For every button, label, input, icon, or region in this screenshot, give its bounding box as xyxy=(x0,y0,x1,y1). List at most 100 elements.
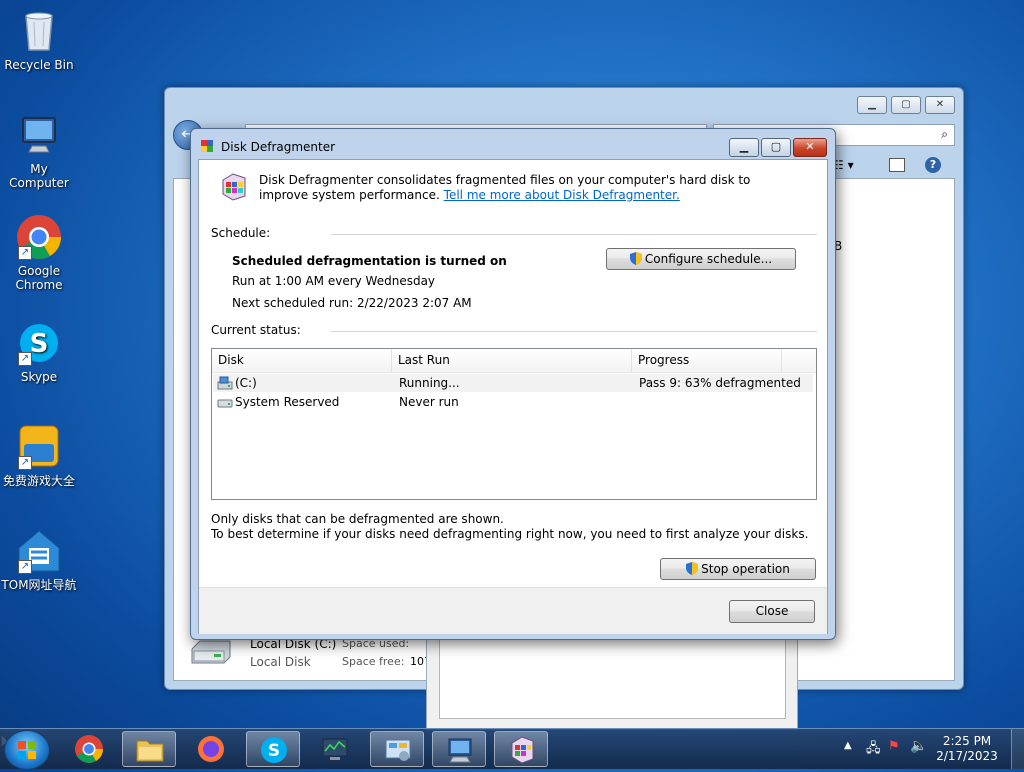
status-divider xyxy=(331,331,817,332)
dialog-footer: Close xyxy=(199,587,827,634)
schedule-next-run: Next scheduled run: 2/22/2023 2:07 AM xyxy=(232,296,472,310)
schedule-divider xyxy=(331,234,817,235)
show-desktop-button[interactable] xyxy=(1011,729,1024,769)
maximize-button[interactable]: ▢ xyxy=(891,96,921,114)
schedule-heading: Schedule: xyxy=(211,226,271,240)
disk-list[interactable]: Disk Last Run Progress (C:) Running... P… xyxy=(211,348,817,500)
defrag-large-icon xyxy=(219,172,249,202)
drive-type: Local Disk xyxy=(250,655,311,669)
taskbar-control-panel[interactable] xyxy=(370,731,424,767)
show-hidden-icons-icon[interactable]: ▲ xyxy=(844,740,852,751)
minimize-button[interactable]: ▁ xyxy=(729,138,759,157)
help-icon[interactable]: ? xyxy=(925,157,941,173)
column-header-disk[interactable]: Disk xyxy=(212,349,392,372)
disk-progress: Pass 9: 63% defragmented xyxy=(639,376,801,390)
firefox-icon xyxy=(198,736,224,762)
computer-icon xyxy=(448,738,472,763)
taskbar: S ▲ 🖧 ⚑ 🔈 2:25 PM 2/17/2023 xyxy=(0,728,1024,770)
disk-row-system-reserved[interactable]: System Reserved Never run xyxy=(213,393,813,411)
uac-shield-icon xyxy=(686,561,699,575)
taskbar-chrome[interactable] xyxy=(62,731,116,767)
background-list xyxy=(439,639,786,719)
space-free-label: Space free: xyxy=(342,655,405,668)
desktop-icon-label: Recycle Bin xyxy=(4,58,74,72)
drive-icon xyxy=(188,637,234,667)
folder-icon xyxy=(136,740,164,762)
stop-operation-button[interactable]: Stop operation xyxy=(660,558,816,580)
maximize-button[interactable]: ▢ xyxy=(761,138,791,157)
recycle-bin-icon xyxy=(16,8,62,54)
desktop-icon-label: 免费游戏大全 xyxy=(2,474,75,488)
stop-operation-label: Stop operation xyxy=(701,562,790,576)
taskbar-firefox[interactable] xyxy=(184,731,238,767)
shortcut-arrow-icon: ↗ xyxy=(18,246,32,260)
action-center-icon[interactable]: ⚑ xyxy=(888,739,900,754)
svg-text:S: S xyxy=(268,741,280,761)
chrome-icon: ↗ xyxy=(16,214,62,260)
learn-more-link[interactable]: Tell me more about Disk Defragmenter. xyxy=(444,188,680,202)
disk-last-run: Never run xyxy=(399,395,459,409)
view-options-icon[interactable]: ☷ ▾ xyxy=(833,158,854,172)
start-button[interactable] xyxy=(4,730,50,770)
dialog-title: Disk Defragmenter xyxy=(221,140,336,154)
background-properties-panel xyxy=(426,630,798,730)
disk-row-c[interactable]: (C:) Running... Pass 9: 63% defragmented xyxy=(213,374,813,392)
taskbar-skype[interactable]: S xyxy=(246,731,300,767)
clock-time: 2:25 PM xyxy=(942,734,992,748)
close-button[interactable]: Close xyxy=(729,600,815,623)
shortcut-arrow-icon: ↗ xyxy=(18,352,32,366)
disk-name: System Reserved xyxy=(235,395,340,409)
intro-block: Disk Defragmenter consolidates fragmente… xyxy=(259,173,799,203)
configure-schedule-button[interactable]: Configure schedule... xyxy=(606,248,796,270)
tom-nav-icon: ↗ xyxy=(16,528,62,574)
disk-filter-note: Only disks that can be defragmented are … xyxy=(211,512,504,526)
taskbar-task-manager[interactable] xyxy=(308,731,362,767)
configure-schedule-label: Configure schedule... xyxy=(644,252,773,266)
desktop-icon-label: TOM网址导航 xyxy=(1,578,77,592)
minimize-button[interactable]: ▁ xyxy=(857,96,887,114)
title-bar[interactable]: Disk Defragmenter ▁ ▢ ✕ xyxy=(191,129,835,159)
column-header-last-run[interactable]: Last Run xyxy=(392,349,632,372)
desktop-icon-label: Skype xyxy=(20,370,58,384)
disk-last-run: Running... xyxy=(399,376,460,390)
desktop-icon-recycle-bin[interactable]: Recycle Bin xyxy=(0,8,78,72)
desktop-icon-my-computer[interactable]: My Computer xyxy=(0,112,78,190)
desktop-icon-tom-nav[interactable]: ↗ TOM网址导航 xyxy=(0,528,78,592)
monitor-icon xyxy=(322,738,348,760)
chrome-icon xyxy=(75,735,103,763)
close-button[interactable]: ✕ xyxy=(925,96,955,114)
clock[interactable]: 2:25 PM 2/17/2023 xyxy=(932,734,1002,764)
svg-text:S: S xyxy=(30,329,49,359)
shortcut-arrow-icon: ↗ xyxy=(18,456,32,470)
current-status-heading: Current status: xyxy=(211,323,301,337)
schedule-status: Scheduled defragmentation is turned on xyxy=(232,254,507,268)
preview-pane-icon[interactable] xyxy=(889,158,905,172)
shortcut-arrow-icon: ↗ xyxy=(18,560,32,574)
taskbar-explorer[interactable] xyxy=(122,731,176,767)
volume-icon[interactable]: 🔈 xyxy=(910,738,927,754)
tom-games-icon: ↗ xyxy=(16,424,62,470)
skype-icon: S xyxy=(261,737,287,763)
disk-defragmenter-dialog: Disk Defragmenter ▁ ▢ ✕ Disk Defragmente… xyxy=(190,128,836,640)
system-tray: ▲ 🖧 ⚑ 🔈 2:25 PM 2/17/2023 xyxy=(834,729,1024,769)
desktop-icon-label: Google Chrome xyxy=(15,264,63,292)
dialog-content: Disk Defragmenter consolidates fragmente… xyxy=(199,160,827,587)
analyze-note: To best determine if your disks need def… xyxy=(211,527,809,541)
network-icon[interactable]: 🖧 xyxy=(866,739,881,761)
taskbar-disk-defragmenter[interactable] xyxy=(494,731,548,767)
defrag-app-icon xyxy=(511,736,534,764)
desktop-icon-free-games[interactable]: ↗ 免费游戏大全 xyxy=(0,424,78,488)
taskbar-computer[interactable] xyxy=(432,731,486,767)
close-window-button[interactable]: ✕ xyxy=(793,138,827,157)
schedule-run: Run at 1:00 AM every Wednesday xyxy=(232,274,436,288)
desktop-icon-skype[interactable]: S ↗ Skype xyxy=(0,320,78,384)
skype-icon: S ↗ xyxy=(16,320,62,366)
column-header-progress[interactable]: Progress xyxy=(632,349,782,372)
clock-date: 2/17/2023 xyxy=(936,749,998,763)
disk-list-header: Disk Last Run Progress xyxy=(212,349,816,373)
dialog-client: Disk Defragmenter consolidates fragmente… xyxy=(198,159,828,634)
desktop-icon-label: My Computer xyxy=(9,162,69,190)
control-panel-icon xyxy=(385,739,411,761)
desktop-icon-google-chrome[interactable]: ↗ Google Chrome xyxy=(0,214,78,292)
defrag-app-icon xyxy=(201,140,213,152)
